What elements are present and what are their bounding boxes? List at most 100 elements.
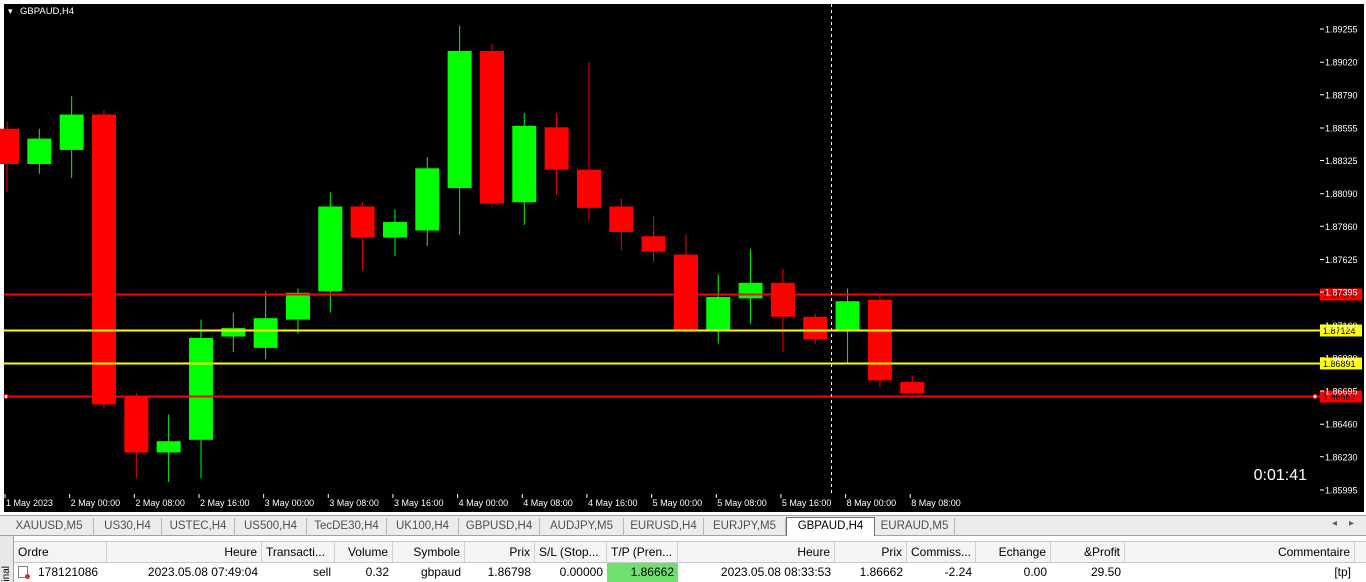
chart-tab[interactable]: EURUSD,H4 [624,518,704,536]
time-tick-label: 4 May 08:00 [523,498,573,508]
candle-body [835,301,860,331]
candle-body [803,316,828,340]
column-header[interactable]: Ordre [14,542,107,563]
candle-body [0,128,19,165]
price-tick-label: 1.85995 [1325,486,1358,496]
price-tick-label: 1.88555 [1325,123,1358,133]
candle-body [641,236,666,252]
price-tick-label: 1.88790 [1325,90,1358,100]
cell-profit: 29.50 [1090,565,1121,579]
line-handle-right[interactable] [1312,394,1318,399]
column-header[interactable]: Prix [465,542,535,563]
candle [803,313,828,344]
chart-tab[interactable]: USTEC,H4 [162,518,235,536]
price-chart[interactable]: 1.873791.871241.868911.86662 1.892551.89… [0,0,1366,515]
candle-body [479,50,504,204]
terminal-side-label: inal [1,566,12,582]
candle-body [59,114,84,150]
candle-body [285,292,310,320]
tab-scroll-left-icon[interactable]: ◂ [1332,518,1337,529]
cell-volume: 0.32 [365,565,389,579]
chart-tab[interactable]: EURAUD,M5 [875,518,955,536]
time-tick-label: 5 May 00:00 [653,498,703,508]
price-tick-label: 1.87625 [1325,255,1358,265]
time-tick-label: 4 May 00:00 [459,498,509,508]
chart-tab[interactable]: GBPUSD,H4 [459,518,540,536]
bar-timer: 0:01:41 [1254,467,1307,484]
tab-scroll-right-icon[interactable]: ▸ [1349,518,1354,529]
candle-body [738,282,763,299]
price-tick-label: 1.87395 [1325,288,1358,298]
time-tick-label: 5 May 16:00 [782,498,832,508]
price-tick-label: 1.87860 [1325,222,1358,232]
sort-indicator-icon: / [1115,547,1118,558]
column-header[interactable]: Volume [335,542,393,563]
candle-body [350,206,375,238]
cell-open-price: 1.86798 [487,565,531,579]
candle [479,43,504,207]
candle-body [27,138,52,165]
candle-body [221,328,246,337]
column-header[interactable]: Commiss... [907,542,976,563]
candle-body [415,168,440,231]
chart-tab[interactable]: US500,H4 [235,518,307,536]
chart-menu-arrow-icon[interactable]: ▾ [8,6,13,16]
candle-body [900,381,925,394]
cell-symbol: gbpaud [420,565,461,579]
price-tick-label: 1.88090 [1325,189,1358,199]
candle-body [124,395,149,453]
candle [867,294,892,388]
chart-tab[interactable]: EURJPY,M5 [704,518,786,536]
candle-body [512,125,537,203]
price-tick-label: 1.89255 [1325,25,1358,35]
chart-tabs-bar: XAUUSD,M5 US30,H4 USTEC,H4 US500,H4 TecDE30,… [0,515,1366,537]
column-header[interactable]: Prix [835,542,907,563]
time-tick-label: 2 May 00:00 [71,498,121,508]
table-row[interactable]: 178121086 2023.05.08 07:49:04 sell 0.32 gbpa… [14,563,1366,582]
time-tick-label: 3 May 00:00 [265,498,315,508]
candle-body [673,254,698,330]
column-header[interactable]: Commentaire [1125,542,1355,563]
time-tick-label: 2 May 16:00 [200,498,250,508]
column-header[interactable]: Heure [107,542,262,563]
candle-body [91,114,116,405]
terminal-side-tab[interactable]: inal [0,536,14,582]
chart-tab[interactable]: AUDJPY,M5 [540,518,624,536]
line-handle-left[interactable] [3,394,9,399]
candle-body [188,337,213,440]
column-header[interactable]: &Profit [1051,542,1125,563]
column-header[interactable]: S/L (Stop... [535,542,607,563]
column-header[interactable]: Transacti... [262,542,335,563]
chart-tab[interactable]: GBPAUD,H4 [786,517,875,537]
chart-tab[interactable]: UK100,H4 [387,518,459,536]
time-tick-label: 4 May 16:00 [588,498,638,508]
candle-body [156,441,181,453]
order-icon [18,566,30,579]
cell-swap: 0.00 [1023,565,1047,579]
candle-body [318,206,343,292]
chart-tab[interactable]: US30,H4 [94,518,162,536]
time-tick-label: 3 May 16:00 [394,498,444,508]
candle-body [867,299,892,381]
cell-comment: [tp] [1334,565,1351,579]
column-header[interactable]: T/P (Pren... [607,542,678,563]
terminal-header-row: Ordre Heure Transacti... Volume Symbole Prix S… [14,541,1366,563]
chart-tab[interactable]: XAUUSD,M5 [5,518,94,536]
time-tick-label: 5 May 08:00 [717,498,767,508]
price-tick-label: 1.86695 [1325,387,1358,397]
chart-window[interactable]: 1.87379 1.87124 1.86891 1.86662 1.89255 1.89… [0,0,1366,515]
time-tick-label: 1 May 2023 [6,498,53,508]
time-tick-label: 2 May 08:00 [135,498,185,508]
candle-body [544,127,569,170]
cell-open-time: 2023.05.08 07:49:04 [147,565,258,579]
chart-tab[interactable]: TecDE30,H4 [307,518,387,536]
price-tick-label: 1.86230 [1325,452,1358,462]
cell-tp: 1.86662 [607,563,678,582]
time-tick-label: 8 May 00:00 [847,498,897,508]
column-header[interactable]: Heure [678,542,835,563]
column-header[interactable]: Echange [976,542,1051,563]
chart-title: GBPAUD,H4 [20,6,74,17]
cell-sl: 0.00000 [559,565,603,579]
column-header[interactable]: Symbole [393,542,465,563]
price-tick-label: 1.89020 [1325,58,1358,68]
